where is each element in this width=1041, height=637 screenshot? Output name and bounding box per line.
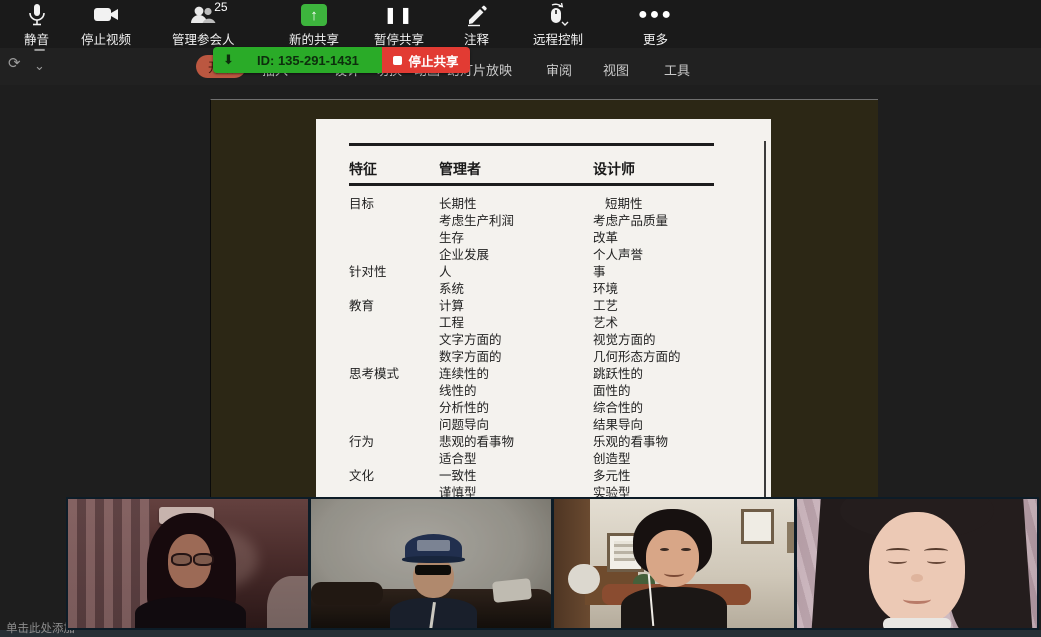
glasses xyxy=(171,553,192,566)
table-row: 目标长期性短期性 xyxy=(349,196,761,213)
table-row: 考虑生产利润考虑产品质量 xyxy=(349,213,761,230)
participant-video-4[interactable] xyxy=(797,499,1037,628)
participant-video-2[interactable] xyxy=(311,499,551,628)
pause-share-label: 暂停共享 xyxy=(374,29,424,48)
table-row: 文字方面的视觉方面的 xyxy=(349,332,761,349)
stop-video-label: 停止视频 xyxy=(81,29,131,48)
table-header-rule xyxy=(349,183,714,186)
notes-placeholder[interactable]: 单击此处添加 xyxy=(6,620,75,636)
stop-share-button[interactable]: 停止共享 xyxy=(382,47,470,73)
participant-video-1[interactable] xyxy=(68,499,308,628)
table-row: 问题导向结果导向 xyxy=(349,417,761,434)
tab-tools[interactable]: 工具 xyxy=(664,60,690,79)
picture-frame xyxy=(741,509,773,543)
download-arrow-icon: ⬇ xyxy=(223,52,234,68)
tab-view[interactable]: 视图 xyxy=(603,60,629,79)
header-feature: 特征 xyxy=(349,159,439,179)
more-dots-icon: ●●● xyxy=(638,2,673,28)
meeting-id-text: ID: 135-291-1431 xyxy=(234,53,382,68)
tab-review[interactable]: 审阅 xyxy=(546,60,572,79)
table-row: 分析性的综合性的 xyxy=(349,400,761,417)
new-share-label: 新的共享 xyxy=(289,29,339,48)
more-label: 更多 xyxy=(643,29,668,48)
glasses xyxy=(193,553,214,566)
share-status-bar: ⬇ ID: 135-291-1431 停止共享 xyxy=(213,47,470,73)
stop-square-icon xyxy=(393,56,402,65)
table-row: 针对性人事 xyxy=(349,264,761,281)
fan xyxy=(568,564,599,595)
person-face xyxy=(646,530,699,587)
meeting-toolbar: 静音 停止视频 25 管理参会人 ↑ 新的共享 ❚❚ 暂停共享 xyxy=(0,0,1041,48)
table-row: 系统环境 xyxy=(349,281,761,298)
mute-button[interactable]: 静音 xyxy=(24,2,49,48)
microphone-icon xyxy=(26,2,48,28)
pencil-icon xyxy=(465,2,489,28)
manage-participants-label: 管理参会人 xyxy=(172,29,235,48)
table-row: 企业发展个人声誉 xyxy=(349,247,761,264)
stop-video-button[interactable]: 停止视频 xyxy=(81,2,131,48)
manage-participants-button[interactable]: 25 管理参会人 xyxy=(172,2,235,48)
collapse-ribbon-icon[interactable]: ▔⌄ xyxy=(34,52,45,70)
table-row: 教育计算工艺 xyxy=(349,298,761,315)
mute-label: 静音 xyxy=(24,29,49,48)
remote-mouse-icon xyxy=(544,2,572,28)
annotate-button[interactable]: 注释 xyxy=(464,2,489,48)
table-row: 数字方面的几何形态方面的 xyxy=(349,349,761,366)
table-row: 适合型创造型 xyxy=(349,451,761,468)
table-top-rule xyxy=(349,143,714,146)
person-body xyxy=(135,597,245,628)
zoom-meeting-window: 静音 停止视频 25 管理参会人 ↑ 新的共享 ❚❚ 暂停共享 xyxy=(0,0,1041,637)
meeting-id-pill[interactable]: ⬇ ID: 135-291-1431 xyxy=(213,47,382,73)
table-row: 行为悲观的看事物乐观的看事物 xyxy=(349,434,761,451)
video-camera-icon xyxy=(92,2,120,28)
participants-icon: 25 xyxy=(188,2,218,28)
header-manager: 管理者 xyxy=(439,159,593,179)
table-row: 思考模式连续性的跳跃性的 xyxy=(349,366,761,383)
pause-icon: ❚❚ xyxy=(384,2,415,28)
ppt-ribbon: ⟳ ▔⌄ 开始 插入 设计 切换 动画 幻灯片放映 审阅 视图 工具 xyxy=(0,48,1041,85)
remote-control-button[interactable]: 远程控制 xyxy=(533,2,583,48)
participant-count-badge: 25 xyxy=(214,0,227,14)
table-row: 工程艺术 xyxy=(349,315,761,332)
bed-headboard xyxy=(267,576,308,628)
person-face xyxy=(869,512,965,626)
table-row: 生存改革 xyxy=(349,230,761,247)
share-screen-icon: ↑ xyxy=(301,2,327,28)
annotate-label: 注释 xyxy=(464,29,489,48)
stop-share-label: 停止共享 xyxy=(408,51,458,70)
table-body: 目标长期性短期性考虑生产利润考虑产品质量生存改革企业发展个人声誉针对性人事系统环… xyxy=(349,196,761,502)
participant-video-3[interactable] xyxy=(554,499,794,628)
table-header-row: 特征 管理者 设计师 xyxy=(349,159,635,179)
redo-icon[interactable]: ⟳ xyxy=(8,54,21,72)
picture-frame xyxy=(787,522,794,553)
video-strip xyxy=(66,497,1039,630)
more-button[interactable]: ●●● 更多 xyxy=(638,2,673,48)
table-row: 线性的面性的 xyxy=(349,383,761,400)
table-row: 文化一致性多元性 xyxy=(349,468,761,485)
status-bar xyxy=(0,630,1041,637)
new-share-button[interactable]: ↑ 新的共享 xyxy=(289,2,339,48)
person-body xyxy=(621,587,727,628)
header-designer: 设计师 xyxy=(593,159,635,179)
pause-share-button[interactable]: ❚❚ 暂停共享 xyxy=(374,2,424,48)
remote-control-label: 远程控制 xyxy=(533,29,583,48)
